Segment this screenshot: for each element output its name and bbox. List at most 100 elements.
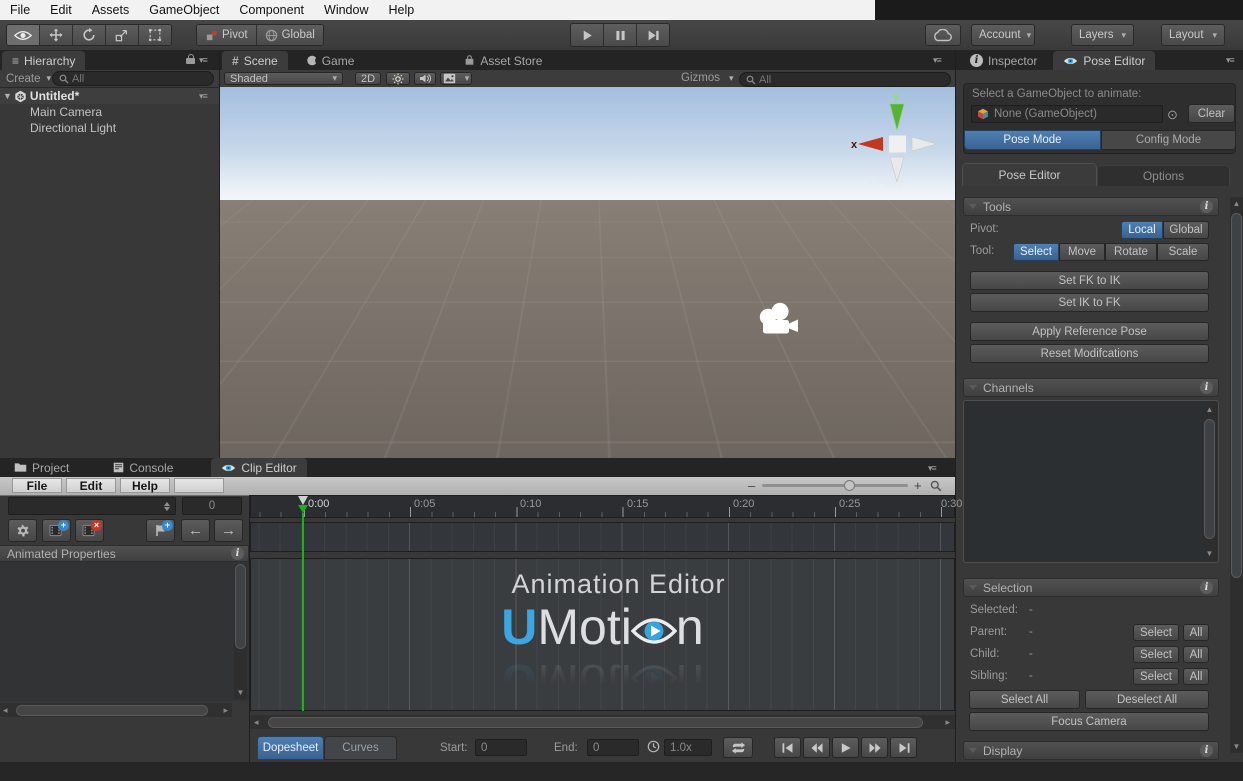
select-all-button[interactable]: Select All	[969, 690, 1080, 709]
parent-all-button[interactable]: All	[1183, 624, 1209, 641]
curves-tab[interactable]: Curves	[324, 736, 397, 760]
clip-menu-help[interactable]: Help	[120, 478, 170, 493]
loop-button[interactable]	[723, 737, 753, 758]
rewind-button[interactable]	[803, 737, 830, 758]
panel-menu-icon[interactable]: ▾≡	[928, 463, 936, 474]
audio-toggle-button[interactable]	[414, 72, 436, 85]
gizmo-center-cube[interactable]	[889, 136, 906, 153]
selection-section-header[interactable]: Selectioni	[963, 578, 1219, 597]
menu-edit[interactable]: Edit	[40, 0, 82, 20]
zoom-in-icon[interactable]: +	[914, 478, 922, 493]
pose-editor-scrollbar[interactable]: ▲ ▼	[1230, 197, 1243, 753]
lighting-toggle-button[interactable]	[386, 72, 410, 85]
start-field[interactable]: 0	[475, 739, 527, 756]
playhead-line[interactable]	[302, 513, 304, 711]
properties-hscrollbar[interactable]: ◂ ▸	[0, 703, 232, 717]
scrollbar-thumb[interactable]	[235, 564, 246, 649]
gameobject-field[interactable]: None (GameObject)	[971, 105, 1163, 123]
tool-select-button[interactable]: Select	[1013, 243, 1059, 261]
tab-pose-editor[interactable]: Pose Editor	[1053, 51, 1155, 70]
cloud-button[interactable]	[926, 25, 960, 45]
scene-viewport[interactable]: y x < Persp	[220, 87, 955, 458]
zoom-slider-thumb[interactable]	[844, 480, 855, 491]
prev-key-button[interactable]: ←	[181, 519, 210, 542]
tab-clip-editor[interactable]: Clip Editor	[211, 458, 306, 477]
playhead-marker[interactable]	[298, 505, 308, 513]
add-clip-button[interactable]: +	[42, 519, 71, 542]
clip-menu-file[interactable]: File	[12, 478, 62, 493]
channels-scrollbar[interactable]: ▲ ▼	[1203, 403, 1216, 560]
rotate-tool-button[interactable]	[73, 25, 106, 45]
set-ik-to-fk-button[interactable]: Set IK to FK	[970, 293, 1209, 312]
scroll-down-icon[interactable]: ▼	[234, 688, 247, 697]
scroll-left-icon[interactable]: ◂	[3, 705, 8, 716]
subtab-pose-editor[interactable]: Pose Editor	[962, 163, 1097, 186]
tab-scene[interactable]: #Scene	[222, 51, 288, 70]
tool-scale-button[interactable]: Scale	[1157, 243, 1209, 261]
lock-icon[interactable]	[186, 58, 195, 64]
focus-camera-button[interactable]: Focus Camera	[969, 712, 1209, 731]
apply-reference-pose-button[interactable]: Apply Reference Pose	[970, 322, 1209, 341]
go-to-end-button[interactable]	[890, 737, 917, 758]
object-picker-icon[interactable]: ⊙	[1167, 107, 1178, 123]
settings-button[interactable]	[8, 519, 37, 542]
shading-mode-dropdown[interactable]: Shaded▾	[224, 72, 343, 85]
go-to-start-button[interactable]	[774, 737, 801, 758]
menu-assets[interactable]: Assets	[82, 0, 140, 20]
clip-select-dropdown[interactable]	[8, 497, 176, 515]
set-fk-to-ik-button[interactable]: Set FK to IK	[970, 271, 1209, 290]
pause-button[interactable]	[604, 24, 637, 46]
2d-toggle-button[interactable]: 2D	[355, 72, 381, 85]
end-field[interactable]: 0	[587, 739, 639, 756]
clip-menu-edit[interactable]: Edit	[66, 478, 116, 493]
info-icon[interactable]: i	[1200, 744, 1213, 757]
menu-file[interactable]: File	[0, 0, 40, 20]
play-button[interactable]	[571, 24, 604, 46]
clear-button[interactable]: Clear	[1188, 104, 1235, 123]
scene-search-input[interactable]: All	[739, 72, 951, 87]
account-dropdown[interactable]: Account▾	[971, 24, 1035, 46]
scroll-up-icon[interactable]: ▲	[1203, 405, 1216, 414]
deselect-all-button[interactable]: Deselect All	[1085, 690, 1209, 709]
zoom-out-icon[interactable]: –	[748, 478, 755, 493]
hierarchy-root-row[interactable]: ▼ Untitled* ▾≡	[0, 88, 219, 104]
subtab-options[interactable]: Options	[1097, 165, 1230, 186]
tab-inspector[interactable]: iInspector	[960, 51, 1047, 70]
pose-mode-button[interactable]: Pose Mode	[964, 130, 1101, 150]
scroll-down-icon[interactable]: ▼	[1203, 549, 1216, 558]
gizmos-dropdown[interactable]: Gizmos▾	[681, 72, 734, 84]
panel-menu-icon[interactable]: ▾≡	[1226, 55, 1234, 66]
properties-scrollbar[interactable]: ▼	[234, 564, 247, 699]
tool-rotate-button[interactable]: Rotate	[1105, 243, 1157, 261]
tab-project[interactable]: Project	[4, 458, 79, 477]
animated-properties-list[interactable]: ▼	[0, 562, 249, 701]
fast-forward-button[interactable]	[861, 737, 888, 758]
effects-dropdown[interactable]: ▾	[440, 72, 472, 85]
tool-move-button[interactable]: Move	[1059, 243, 1105, 261]
play-animation-button[interactable]	[832, 737, 859, 758]
pivot-toggle-button[interactable]: Pivot	[197, 25, 257, 45]
delete-clip-button[interactable]: ×	[75, 519, 104, 542]
hierarchy-item-main-camera[interactable]: Main Camera	[30, 105, 102, 119]
hierarchy-item-directional-light[interactable]: Directional Light	[30, 121, 116, 135]
hierarchy-search-input[interactable]: All	[52, 71, 214, 86]
global-toggle-button[interactable]: Global	[257, 25, 323, 45]
scroll-right-icon[interactable]: ▸	[945, 717, 950, 728]
menu-component[interactable]: Component	[229, 0, 314, 20]
panel-menu-icon[interactable]: ▾≡	[199, 55, 207, 66]
timeline-hscrollbar[interactable]: ◂ ▸	[250, 715, 955, 729]
view-tool-button[interactable]	[7, 25, 40, 45]
next-key-button[interactable]: →	[214, 519, 243, 542]
tab-console[interactable]: Console	[103, 458, 183, 477]
menu-help[interactable]: Help	[378, 0, 424, 20]
add-key-button[interactable]: +	[146, 519, 175, 542]
config-mode-button[interactable]: Config Mode	[1101, 130, 1236, 150]
display-section-header[interactable]: Displayi	[963, 741, 1219, 760]
parent-select-button[interactable]: Select	[1133, 624, 1179, 641]
panel-menu-icon[interactable]: ▾≡	[199, 91, 207, 102]
tab-hierarchy[interactable]: ≡Hierarchy	[2, 51, 85, 70]
z-axis-cone[interactable]	[912, 137, 937, 151]
tab-game[interactable]: Game	[296, 51, 365, 70]
move-tool-button[interactable]	[40, 25, 73, 45]
scale-tool-button[interactable]	[106, 25, 139, 45]
